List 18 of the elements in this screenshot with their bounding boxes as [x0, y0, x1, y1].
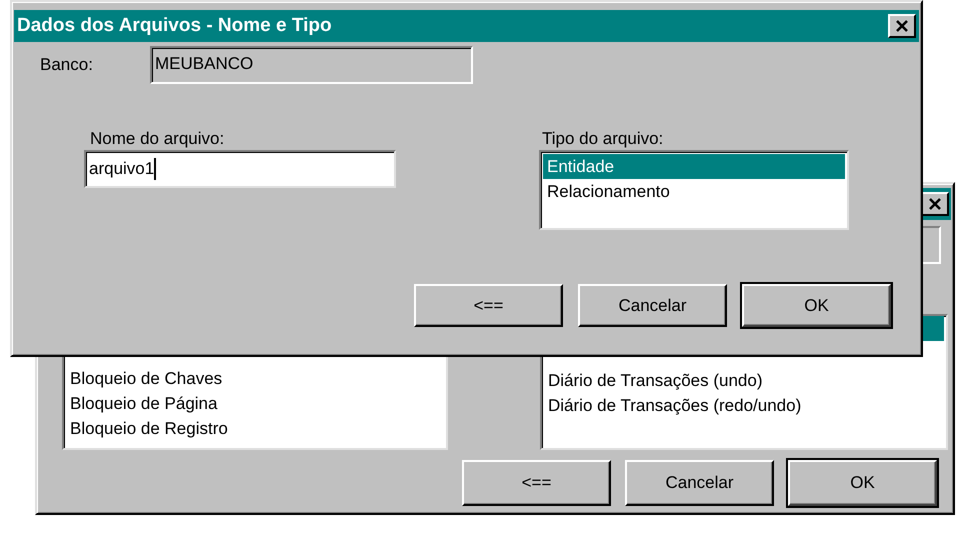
input-field: MEUBANCO [150, 46, 473, 84]
field-label: Nome do arquivo: [90, 128, 224, 150]
field-label: Banco: [40, 54, 93, 76]
list-box[interactable]: Entidade Relacionamento [539, 150, 849, 230]
list-item[interactable]: Entidade [543, 154, 845, 179]
dialog-button[interactable]: Cancelar [625, 460, 774, 506]
field-label: Tipo do arquivo: [542, 128, 664, 150]
dialog-button[interactable]: OK [742, 284, 891, 327]
dialog-button[interactable]: Cancelar [578, 284, 727, 327]
close-icon [895, 20, 909, 32]
dialog-button[interactable]: <== [414, 284, 563, 327]
dialog-button[interactable]: <== [462, 460, 611, 506]
close-button[interactable] [888, 14, 916, 38]
input-field[interactable]: arquivo1 [84, 150, 396, 188]
dialog-button[interactable]: OK [788, 460, 937, 506]
close-icon [928, 198, 942, 210]
close-button[interactable] [921, 192, 949, 216]
window-title: Dados dos Arquivos - Nome e Tipo [17, 14, 332, 38]
